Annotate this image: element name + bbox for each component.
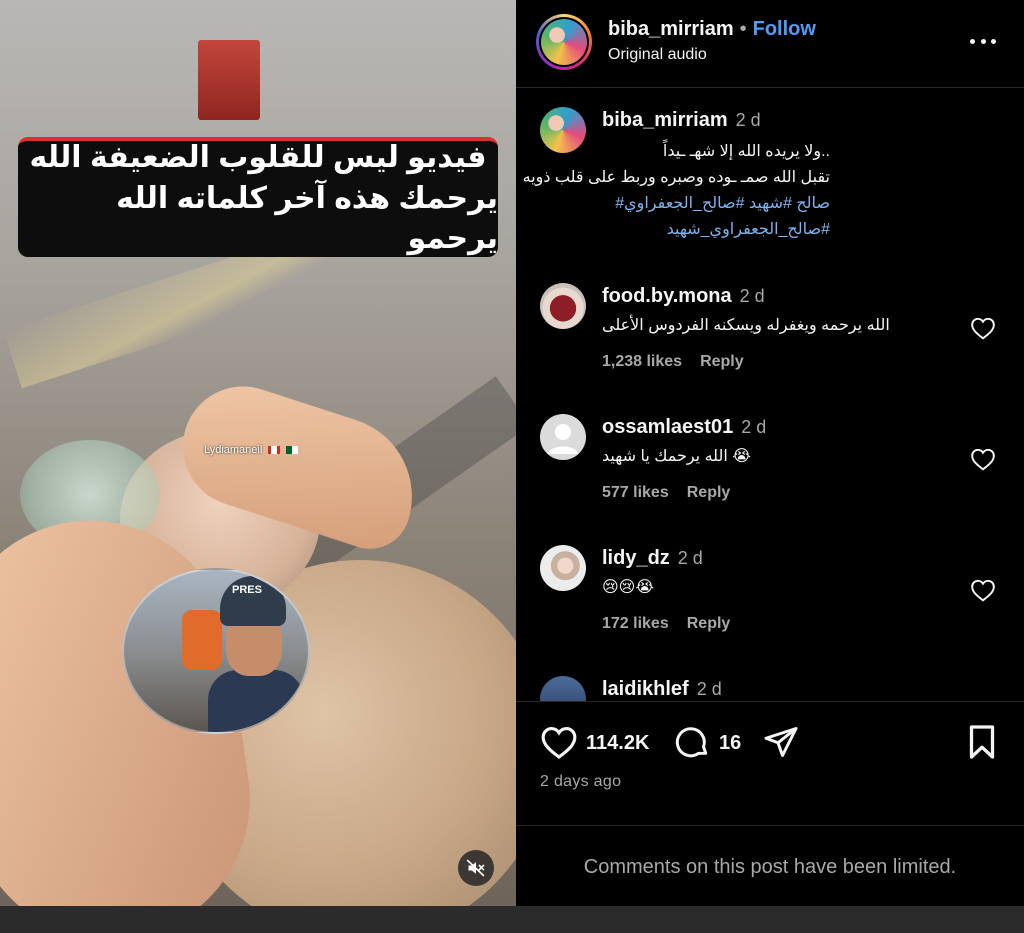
comment-likes-count[interactable]: 172 likes	[602, 615, 669, 632]
comment-text: الله يرحمك يا شهيد 😭	[602, 448, 751, 465]
comment-bubble-icon[interactable]	[674, 724, 712, 760]
separator-dot: •	[739, 18, 747, 40]
comment-username[interactable]: ossamlaest01	[602, 416, 733, 438]
comment-item: ossamlaest01 2 d الله يرحمك يا شهيد 😭 577…	[540, 414, 1000, 514]
story-ring[interactable]	[536, 14, 592, 70]
comments-list[interactable]: biba_mirriam 2 d ..ولا يريده الله إلا شهـ…	[516, 89, 1024, 701]
comment-like-heart-icon[interactable]	[970, 316, 996, 340]
comment-text: 😢😢😭	[602, 579, 655, 596]
speaker-muted-icon	[466, 859, 485, 877]
comment-likes-count[interactable]: 577 likes	[602, 484, 669, 501]
video-caption-line-2: يرحمك هذه آخر كلماته الله يرحمو	[116, 181, 498, 256]
comment-text: الله يرحمه ويغفرله ويسكنه الفردوس الأعلى	[602, 317, 890, 334]
post-details-pane: biba_mirriam • Follow Original audio biba_…	[516, 0, 1024, 906]
reporter-inset-image: PRES	[122, 568, 310, 734]
comment-like-heart-icon[interactable]	[970, 447, 996, 471]
video-player[interactable]: فيديو ليس للقلوب الضعيفة الله يرحمك هذه …	[0, 0, 516, 906]
like-count[interactable]: 114.2K	[586, 732, 649, 755]
share-paper-plane-icon[interactable]	[762, 724, 800, 760]
reporter-orange-figure	[182, 610, 222, 670]
comment-reply-button[interactable]: Reply	[687, 615, 731, 632]
watermark-text: Lydiamaneil	[204, 444, 263, 456]
comment-reply-button[interactable]: Reply	[687, 484, 731, 501]
like-heart-icon[interactable]	[540, 724, 578, 760]
caption-author-avatar[interactable]	[540, 107, 586, 153]
comment-likes-count[interactable]: 1,238 likes	[602, 353, 682, 370]
follow-button[interactable]: Follow	[753, 18, 816, 40]
helmet-press-text: PRES	[232, 584, 262, 596]
comment-reply-button[interactable]: Reply	[700, 353, 744, 370]
comment-item: food.by.mona 2 d الله يرحمه ويغفرله ويسكن…	[540, 283, 1000, 383]
comment-time: 2 d	[677, 548, 703, 568]
comment-time: 2 d	[739, 286, 765, 306]
comment-like-heart-icon[interactable]	[970, 578, 996, 602]
mute-toggle-button[interactable]	[458, 850, 494, 886]
comment-count[interactable]: 16	[719, 732, 741, 755]
video-caption-line-1: فيديو ليس للقلوب الضعيفة الله	[29, 141, 487, 175]
comments-limited-notice: Comments on this post have been limited.	[583, 856, 957, 878]
comment-avatar[interactable]	[540, 676, 586, 701]
post-caption: biba_mirriam 2 d ..ولا يريده الله إلا شهـ…	[522, 107, 1000, 267]
reporter-press-vest	[208, 670, 304, 732]
comment-item: laidikhlef 2 d	[540, 676, 1000, 701]
canada-flag-icon	[268, 446, 281, 455]
comment-item: lidy_dz 2 d 😢😢😭 172 likes Reply	[540, 545, 1000, 645]
comment-avatar-default[interactable]	[540, 414, 586, 460]
post-header: biba_mirriam • Follow Original audio	[516, 0, 1024, 88]
original-audio-link[interactable]: Original audio	[608, 46, 707, 64]
comment-avatar[interactable]	[540, 545, 586, 591]
caption-hashtags-2[interactable]: #صالح_الجعفراوي_شهيد	[602, 217, 830, 243]
bookmark-icon[interactable]	[966, 724, 998, 760]
video-caption-overlay: فيديو ليس للقلوب الضعيفة الله يرحمك هذه …	[18, 137, 498, 257]
video-watermark: Lydiamaneil	[204, 444, 299, 456]
post-timestamp[interactable]: 2 days ago	[540, 773, 621, 791]
author-avatar[interactable]	[541, 19, 587, 65]
caption-text: ..ولا يريده الله إلا شهـ ـيداً تقبل الله…	[522, 139, 830, 243]
post-actions-bar: 114.2K 16 2 days ago	[516, 701, 1024, 826]
comment-time: 2 d	[696, 679, 722, 699]
more-options-icon[interactable]	[970, 36, 996, 46]
author-username[interactable]: biba_mirriam	[608, 18, 734, 40]
caption-line-1: ..ولا يريده الله إلا شهـ ـيداً	[662, 143, 830, 160]
comment-username[interactable]: food.by.mona	[602, 285, 732, 307]
comment-username[interactable]: lidy_dz	[602, 547, 670, 569]
comment-time: 2 d	[741, 417, 767, 437]
window-bottom-bar	[0, 906, 1024, 933]
default-user-icon	[548, 424, 578, 454]
caption-time: 2 d	[735, 110, 761, 130]
comment-avatar[interactable]	[540, 283, 586, 329]
caption-author-username[interactable]: biba_mirriam	[602, 109, 728, 131]
caption-hashtags-1[interactable]: صالح #شهيد #صالح_الجعفراوي#	[602, 191, 830, 217]
caption-line-2: تقبل الله صمـ ـوده وصبره وربط على قلب ذو…	[522, 169, 830, 186]
comment-username[interactable]: laidikhlef	[602, 678, 689, 700]
background-fire-alarm	[198, 40, 260, 120]
algeria-flag-icon	[286, 446, 299, 455]
